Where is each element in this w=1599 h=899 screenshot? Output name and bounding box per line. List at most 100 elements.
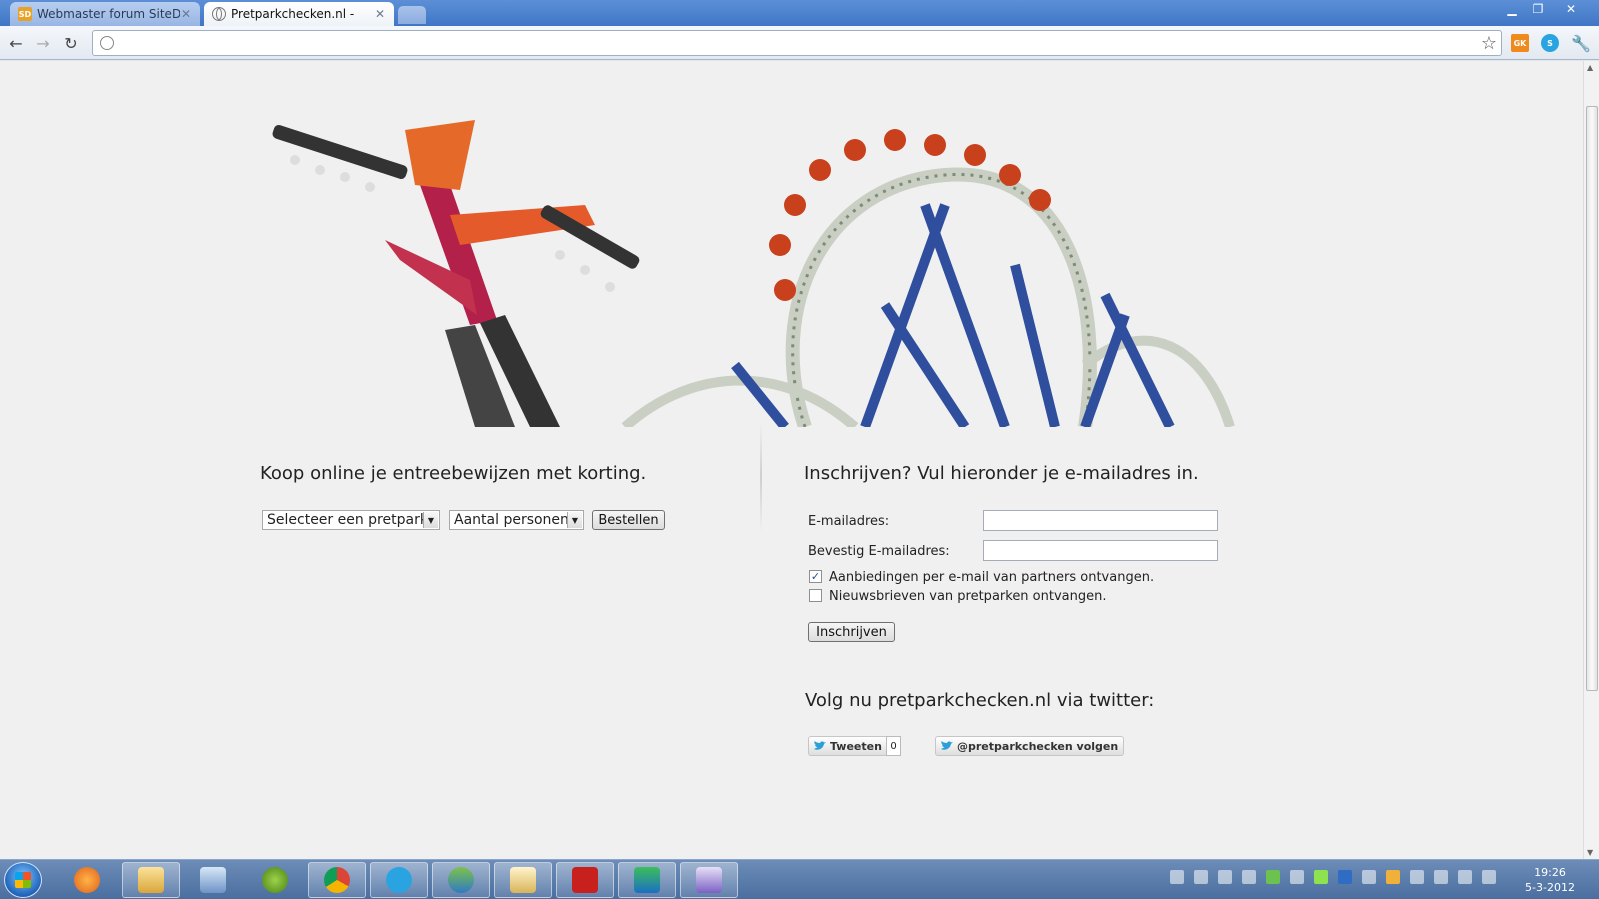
tab-title: Pretparkchecken.nl - [231,7,355,21]
taskbar-visual-studio[interactable] [680,862,738,898]
signup-heading: Inschrijven? Vul hieronder je e-mailadre… [804,463,1199,484]
tickets-heading: Koop online je entreebewijzen met kortin… [260,463,647,484]
close-tab-icon[interactable]: ✕ [180,7,192,21]
app-tray-icon[interactable] [1218,870,1232,884]
follow-button-label: @pretparkchecken volgen [957,739,1119,753]
app-tray-icon[interactable] [1194,870,1208,884]
newsletter-checkbox[interactable] [809,589,822,602]
roller-coaster-image [621,129,1235,427]
taskbar-network-tool[interactable] [184,862,242,898]
clock-time: 19:26 [1534,866,1566,879]
close-window-icon[interactable]: ✕ [1551,0,1591,18]
signup-button[interactable]: Inschrijven [808,622,895,642]
persons-select-value: Aantal personen [454,512,569,528]
chevron-down-icon: ▼ [567,512,582,528]
follow-button[interactable]: @pretparkchecken volgen [935,736,1125,756]
windows-taskbar: 19:26 5-3-2012 [0,859,1599,899]
taskbar-messenger[interactable] [432,862,490,898]
wrench-icon[interactable]: 🔧 [1570,32,1592,54]
scroll-down-icon[interactable]: ▼ [1587,848,1593,857]
column-divider [760,422,762,532]
editor-icon [634,867,660,893]
clock-date: 5-3-2012 [1525,881,1575,894]
close-tab-icon[interactable]: ✕ [374,7,386,21]
taskbar-clock[interactable]: 19:26 5-3-2012 [1515,865,1585,895]
globe-icon [212,7,226,21]
tab-title: Webmaster forum SiteDeals [37,7,180,21]
app-tray-icon[interactable] [1386,870,1400,884]
display-tray-icon[interactable] [1362,870,1376,884]
scrollbar-thumb[interactable] [1586,106,1598,691]
skype-extension-icon[interactable]: S [1541,34,1559,52]
mail-tray-icon[interactable] [1290,870,1304,884]
start-button[interactable] [4,862,42,898]
usb-icon[interactable] [1434,870,1448,884]
tweet-button-label: Tweeten [830,739,882,753]
visual-studio-icon [696,867,722,893]
minimize-icon[interactable]: ▁ [1499,0,1525,18]
forward-arrow-icon[interactable]: → [32,32,54,54]
taskbar-explorer[interactable] [122,862,180,898]
taskbar-skype[interactable] [370,862,428,898]
swing-ride-image [272,120,640,427]
app-tray-icon[interactable] [1266,870,1280,884]
offers-checkbox[interactable]: ✓ [809,570,822,583]
chrome-icon [324,867,350,893]
taskbar-media-player[interactable] [58,862,116,898]
browser-toolbar: ← → ↻ ☆ GK S 🔧 [0,26,1599,60]
folder-icon [138,867,164,893]
taskbar-mail[interactable] [494,862,552,898]
twitter-bird-icon [814,741,826,750]
network-tool-icon [200,867,226,893]
email-field[interactable] [983,510,1218,531]
app-tray-icon[interactable] [1314,870,1328,884]
tweet-count: 0 [886,736,901,756]
taskbar-gadget[interactable] [246,862,304,898]
taskbar-chrome[interactable] [308,862,366,898]
new-tab-button[interactable] [398,6,426,24]
media-player-icon [74,867,100,893]
email-label: E-mailadres: [808,514,890,529]
twitter-bird-icon [941,741,953,750]
sitedeals-icon: SD [18,7,32,21]
gadget-icon [262,867,288,893]
tweet-button[interactable]: Tweeten [808,736,888,756]
hero-rides-illustration [272,120,1235,427]
address-bar[interactable]: ☆ [92,30,1502,56]
chevron-down-icon: ▼ [423,512,438,528]
app-tray-icon[interactable] [1242,870,1256,884]
confirm-email-label: Bevestig E-mailadres: [808,544,950,559]
keyboard-icon[interactable] [1170,870,1184,884]
gk-extension-icon[interactable]: GK [1511,34,1529,52]
outlook-tray-icon[interactable] [1338,870,1352,884]
restore-icon[interactable]: ❐ [1525,0,1551,18]
volume-icon[interactable] [1482,870,1496,884]
park-select[interactable]: Selecteer een pretpark ▼ [262,510,440,530]
offers-checkbox-label: Aanbiedingen per e-mail van partners ont… [829,570,1155,585]
order-button[interactable]: Bestellen [592,510,665,530]
window-controls: ▁ ❐ ✕ [1499,0,1591,18]
network-signal-icon[interactable] [1458,870,1472,884]
browser-titlebar: SD Webmaster forum SiteDeals ✕ Pretparkc… [0,0,1599,26]
back-arrow-icon[interactable]: ← [5,32,27,54]
mail-icon [510,867,536,893]
page-globe-icon [100,36,114,50]
confirm-email-field[interactable] [983,540,1218,561]
skype-icon [386,867,412,893]
persons-select[interactable]: Aantal personen ▼ [449,510,584,530]
messenger-icon [448,867,474,893]
flag-icon[interactable] [1410,870,1424,884]
tab-pretparkchecken[interactable]: Pretparkchecken.nl - ✕ [204,2,394,26]
reload-icon[interactable]: ↻ [60,32,82,54]
filezilla-icon [572,867,598,893]
taskbar-filezilla[interactable] [556,862,614,898]
taskbar-editor[interactable] [618,862,676,898]
vertical-scrollbar[interactable]: ▲ ▼ [1583,61,1599,859]
newsletter-checkbox-label: Nieuwsbrieven van pretparken ontvangen. [829,589,1107,604]
park-select-value: Selecteer een pretpark [267,512,428,528]
bookmark-star-icon[interactable]: ☆ [1481,33,1497,54]
system-tray [1170,870,1506,884]
scroll-up-icon[interactable]: ▲ [1587,63,1593,72]
twitter-heading: Volg nu pretparkchecken.nl via twitter: [805,690,1155,711]
tab-sitedeals[interactable]: SD Webmaster forum SiteDeals ✕ [10,2,200,26]
